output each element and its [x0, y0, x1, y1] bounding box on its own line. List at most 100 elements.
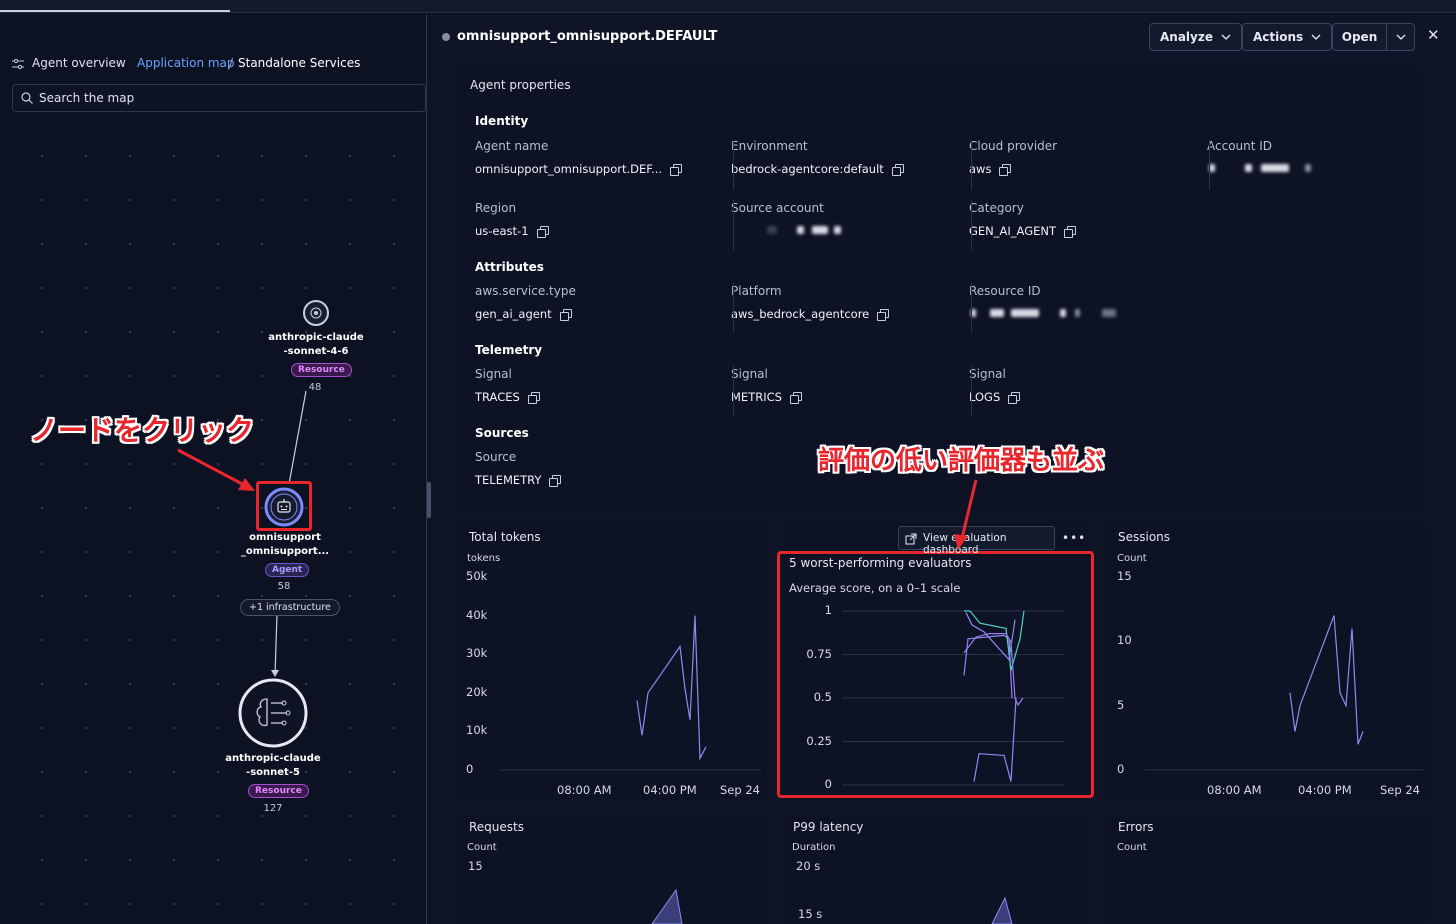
- prop-value: bedrock-agentcore:default: [731, 162, 884, 176]
- analyze-label: Analyze: [1160, 30, 1213, 44]
- copy-icon[interactable]: [527, 392, 540, 404]
- panel-title: omnisupport_omnisupport.DEFAULT: [457, 29, 718, 44]
- telemetry-title: Telemetry: [475, 343, 543, 357]
- divider: [971, 200, 972, 250]
- node-label-line1: anthropic-claude: [268, 332, 364, 343]
- prop-value: us-east-1: [475, 224, 529, 238]
- actions-label: Actions: [1253, 30, 1304, 44]
- prop-label: Signal: [731, 367, 768, 381]
- copy-icon[interactable]: [670, 164, 683, 176]
- copy-icon[interactable]: [559, 309, 572, 321]
- prop-value: aws: [969, 162, 992, 176]
- chart-errors: Errors Count: [1105, 812, 1429, 924]
- prop-value: gen_ai_agent: [475, 307, 552, 321]
- infrastructure-pill[interactable]: +1 infrastructure: [240, 599, 340, 616]
- node-label-line2: -sonnet-5: [246, 767, 300, 778]
- node-count: 58: [277, 581, 291, 592]
- prop-signal-traces: TRACES: [475, 390, 540, 404]
- close-icon[interactable]: ✕: [1427, 26, 1440, 44]
- prop-label: Region: [475, 201, 517, 215]
- annotation-evaluators: 評価の低い評価器も並ぶ: [818, 446, 1105, 476]
- agent-badge: Agent: [265, 563, 310, 577]
- prop-signal-logs: LOGS: [969, 390, 1021, 404]
- agent-node-icon[interactable]: [263, 486, 305, 528]
- copy-icon[interactable]: [789, 392, 802, 404]
- open-button[interactable]: Open: [1332, 23, 1387, 51]
- panel-header: omnisupport_omnisupport.DEFAULT Analyze …: [427, 14, 1456, 58]
- model-node-icon[interactable]: [302, 299, 330, 327]
- actions-button[interactable]: Actions: [1242, 23, 1333, 51]
- annotation-arrow: [177, 448, 247, 488]
- prop-value: TELEMETRY: [475, 473, 542, 487]
- node-label: omnisupport _omnisupport...: [232, 531, 338, 559]
- prop-label: Resource ID: [969, 284, 1041, 298]
- series-line: [1289, 615, 1364, 745]
- divider: [733, 140, 734, 190]
- prop-label: Account ID: [1207, 139, 1273, 153]
- node-label-line1: anthropic-claude: [225, 753, 321, 764]
- open-label: Open: [1341, 30, 1378, 44]
- prop-label: Source: [475, 450, 517, 464]
- divider: [733, 200, 734, 250]
- chevron-down-icon: [1396, 34, 1405, 40]
- copy-icon[interactable]: [999, 164, 1012, 176]
- copy-icon[interactable]: [891, 164, 904, 176]
- top-tab-strip: [0, 0, 1456, 13]
- copy-icon[interactable]: [1008, 392, 1021, 404]
- divider: [733, 283, 734, 333]
- chart-title: Errors: [1118, 820, 1154, 834]
- area-series: [991, 896, 1013, 924]
- prop-label: Platform: [731, 284, 782, 298]
- sources-title: Sources: [475, 426, 529, 440]
- prop-label: Category: [969, 201, 1024, 215]
- copy-icon[interactable]: [877, 309, 890, 321]
- card-title: Agent properties: [470, 78, 571, 92]
- prop-signal-metrics: METRICS: [731, 390, 802, 404]
- chart-p99-latency: P99 latency Duration 20 s 15 s: [780, 812, 1092, 924]
- annotation-arrow-evaluators: [954, 479, 978, 550]
- chart-plot: [842, 610, 1065, 786]
- analyze-button[interactable]: Analyze: [1149, 23, 1242, 51]
- divider: [971, 283, 972, 333]
- chart-plot: [651, 888, 683, 924]
- node-label-line2: -sonnet-4-6: [283, 346, 349, 357]
- chart-worst-evaluators: 5 worst-performing evaluators Average sc…: [777, 522, 1094, 800]
- chart-plot: [501, 615, 761, 771]
- prop-source: TELEMETRY: [475, 473, 562, 487]
- resource-badge: Resource: [291, 363, 352, 377]
- attributes-title: Attributes: [475, 260, 544, 274]
- copy-icon[interactable]: [536, 226, 549, 238]
- divider: [971, 366, 972, 416]
- prop-platform: aws_bedrock_agentcore: [731, 307, 890, 321]
- active-tab-indicator: [0, 10, 230, 12]
- divider: [733, 366, 734, 416]
- copy-icon[interactable]: [1064, 226, 1077, 238]
- evaluator-series-line: [973, 697, 1017, 782]
- node-label-line2: _omnisupport...: [240, 546, 330, 557]
- panel-resize-handle[interactable]: [427, 482, 431, 518]
- open-menu-button[interactable]: [1386, 23, 1415, 51]
- prop-region: us-east-1: [475, 224, 549, 238]
- prop-agent-name: omnisupport_omnisupport.DEF...: [475, 162, 683, 176]
- node-count: 48: [308, 382, 322, 393]
- prop-label: Cloud provider: [969, 139, 1058, 153]
- series-line: [636, 615, 707, 761]
- edge-arrowhead: [271, 670, 279, 677]
- identity-title: Identity: [475, 114, 529, 128]
- prop-label: aws.service.type: [475, 284, 576, 298]
- copy-icon[interactable]: [549, 475, 562, 487]
- node-count: 127: [263, 803, 283, 814]
- node-label: anthropic-claude -sonnet-4-6: [262, 331, 370, 359]
- prop-service-type: gen_ai_agent: [475, 307, 572, 321]
- prop-value: aws_bedrock_agentcore: [731, 307, 870, 321]
- model-brain-icon[interactable]: [237, 677, 309, 749]
- chart-requests: Requests Count 15: [456, 812, 767, 924]
- application-map-pane[interactable]: Agent overview Application map / Standal…: [0, 14, 426, 924]
- divider: [1209, 140, 1210, 190]
- more-options-icon[interactable]: •••: [1062, 531, 1086, 545]
- chart-plot: [991, 896, 1013, 924]
- prop-value: TRACES: [475, 390, 520, 404]
- prop-label: Agent name: [475, 139, 549, 153]
- prop-value: LOGS: [969, 390, 1001, 404]
- edge-agent-to-sonnet-4-6: [288, 390, 307, 485]
